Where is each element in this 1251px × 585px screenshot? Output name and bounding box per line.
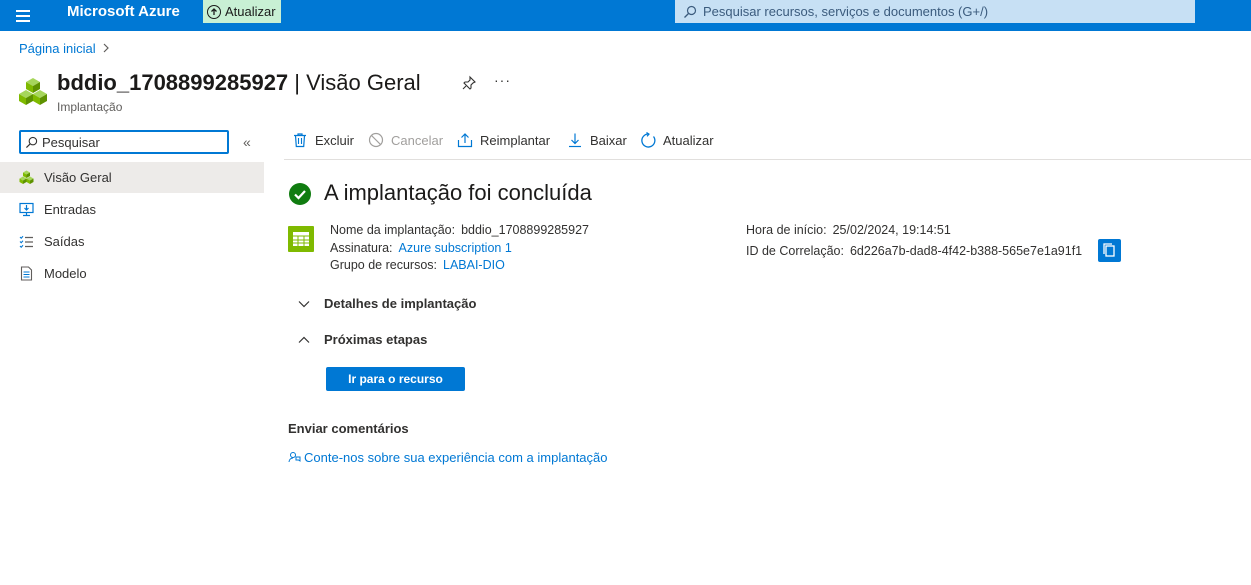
deployment-info: Nome da implantação: bddio_1708899285927 …	[330, 222, 589, 275]
feedback-title: Enviar comentários	[288, 421, 409, 436]
trash-icon	[292, 132, 308, 148]
feedback-icon	[288, 452, 301, 463]
start-time-row: Hora de início: 25/02/2024, 19:14:51	[746, 222, 1082, 239]
cancel-button[interactable]: Cancelar	[368, 132, 443, 148]
brand-title[interactable]: Microsoft Azure	[67, 3, 180, 21]
title-separator: |	[288, 70, 307, 95]
subscription-grid-icon	[288, 226, 314, 252]
deployment-name-label: Nome da implantação:	[330, 223, 456, 237]
download-button[interactable]: Baixar	[567, 132, 627, 148]
next-steps-toggle[interactable]: Próximas etapas	[297, 332, 427, 347]
delete-label: Excluir	[315, 132, 355, 148]
collapse-sidebar-icon[interactable]: «	[243, 134, 251, 150]
redeploy-button[interactable]: Reimplantar	[457, 132, 550, 148]
correlation-value: 6d226a7b-dad8-4f42-b388-565e7e1a91f1	[849, 244, 1083, 258]
sidebar-item-inputs[interactable]: Entradas	[0, 194, 264, 225]
sidebar-item-label: Entradas	[44, 202, 97, 217]
sidebar-item-label: Modelo	[44, 266, 87, 281]
deployment-name-value: bddio_1708899285927	[461, 223, 589, 237]
upload-icon	[457, 132, 473, 148]
pin-icon[interactable]	[461, 75, 477, 91]
resource-group-label: Grupo de recursos:	[330, 258, 437, 272]
download-label: Baixar	[590, 132, 627, 148]
more-options-icon[interactable]: ···	[494, 72, 511, 88]
page-title: bddio_1708899285927 | Visão Geral	[57, 70, 421, 96]
resource-group-link[interactable]: LABAI-DIO	[443, 258, 505, 272]
search-icon	[684, 5, 697, 18]
breadcrumb: Página inicial	[19, 41, 110, 56]
top-bar: Microsoft Azure Atualizar Pesquisar recu…	[0, 0, 1251, 31]
deployment-details-label: Detalhes de implantação	[324, 296, 477, 311]
refresh-icon	[640, 131, 656, 148]
start-time-label: Hora de início:	[746, 223, 827, 237]
download-icon	[567, 132, 583, 148]
command-bar: Excluir Cancelar Reimplantar Baixar Atua…	[284, 128, 1251, 160]
nav-search-input[interactable]: Pesquisar	[19, 130, 229, 154]
menu-icon[interactable]	[14, 6, 32, 24]
sidebar-item-overview[interactable]: Visão Geral	[0, 162, 264, 193]
deployment-status-title: A implantação foi concluída	[324, 180, 592, 205]
delete-button[interactable]: Excluir	[292, 132, 354, 148]
cancel-icon	[368, 132, 384, 148]
update-label: Atualizar	[225, 4, 276, 19]
deployment-name-row: Nome da implantação: bddio_1708899285927	[330, 222, 589, 240]
breadcrumb-home-link[interactable]: Página inicial	[19, 41, 96, 56]
sidebar-item-label: Visão Geral	[44, 170, 112, 185]
overview-icon	[19, 170, 34, 185]
redeploy-label: Reimplantar	[480, 132, 551, 148]
cancel-label: Cancelar	[391, 132, 444, 148]
next-steps-label: Próximas etapas	[324, 332, 428, 347]
nav-search-placeholder: Pesquisar	[42, 134, 100, 150]
feedback-link-label: Conte-nos sobre sua experiência com a im…	[304, 450, 608, 465]
arrow-up-circle-icon	[207, 4, 221, 19]
sidebar-item-template[interactable]: Modelo	[0, 258, 264, 289]
correlation-label: ID de Correlação:	[746, 244, 844, 258]
deployment-meta: Hora de início: 25/02/2024, 19:14:51 ID d…	[746, 222, 1082, 262]
success-check-icon	[289, 183, 311, 205]
copy-correlation-button[interactable]	[1098, 239, 1121, 262]
chevron-right-icon	[102, 41, 110, 56]
deployment-cubes-icon	[18, 77, 48, 107]
page-name: Visão Geral	[306, 70, 421, 95]
sidebar-item-label: Saídas	[44, 234, 85, 249]
update-button[interactable]: Atualizar	[203, 0, 281, 23]
chevron-down-icon	[298, 300, 310, 307]
template-icon	[19, 266, 34, 281]
subscription-label: Assinatura:	[330, 240, 393, 255]
go-to-resource-button[interactable]: Ir para o recurso	[326, 367, 465, 391]
resource-name: bddio_1708899285927	[57, 70, 289, 95]
search-icon	[25, 136, 38, 148]
correlation-row: ID de Correlação: 6d226a7b-dad8-4f42-b388…	[746, 241, 1082, 262]
copy-icon	[1103, 243, 1115, 257]
sidebar-item-outputs[interactable]: Saídas	[0, 226, 264, 257]
resource-group-row: Grupo de recursos: LABAI-DIO	[330, 257, 589, 275]
subscription-row: Assinatura: Azure subscription 1	[330, 240, 589, 258]
outputs-icon	[19, 234, 34, 249]
subscription-link[interactable]: Azure subscription 1	[399, 241, 512, 255]
deployment-details-toggle[interactable]: Detalhes de implantação	[297, 296, 476, 311]
inputs-icon	[19, 202, 34, 217]
resource-type: Implantação	[57, 100, 123, 114]
feedback-link[interactable]: Conte-nos sobre sua experiência com a im…	[288, 450, 608, 465]
global-search-input[interactable]: Pesquisar recursos, serviços e documento…	[675, 0, 1195, 23]
start-time-value: 25/02/2024, 19:14:51	[832, 223, 951, 237]
chevron-up-icon	[298, 336, 310, 343]
refresh-button[interactable]: Atualizar	[640, 131, 714, 148]
refresh-label: Atualizar	[663, 132, 714, 148]
global-search-placeholder: Pesquisar recursos, serviços e documento…	[703, 4, 989, 19]
